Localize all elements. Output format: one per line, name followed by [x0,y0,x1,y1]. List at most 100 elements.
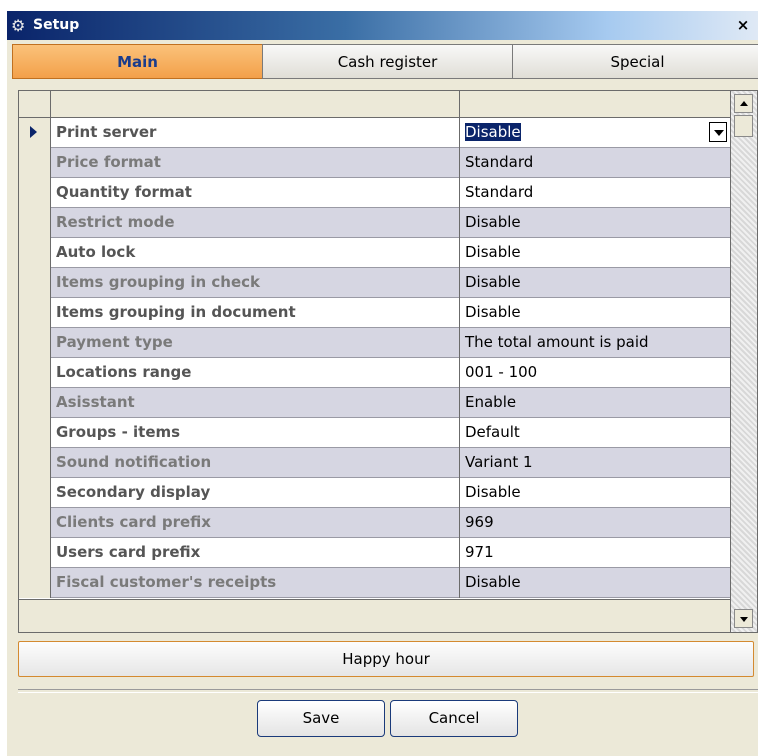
row-indicator-cell[interactable] [19,118,51,148]
table-row[interactable]: Quantity format Standard [19,178,730,208]
setting-name: Secondary display [56,483,211,501]
table-row[interactable]: Locations range 001 - 100 [19,358,730,388]
column-separator [459,208,460,238]
setting-name: Clients card prefix [56,513,211,531]
setting-name: Fiscal customer's receipts [56,573,277,591]
chevron-down-icon[interactable] [709,122,727,142]
table-row[interactable]: Groups - items Default [19,418,730,448]
setting-value-text: Disable [465,303,521,321]
setting-value-text: Standard [465,183,534,201]
grid-empty-area [19,599,730,632]
setting-value[interactable]: 001 - 100 [465,358,725,387]
column-separator [459,478,460,508]
column-separator [459,298,460,328]
setting-value-text: The total amount is paid [465,333,649,351]
setting-name: Locations range [56,363,192,381]
tab-special[interactable]: Special [512,44,758,79]
tab-main[interactable]: Main [12,44,263,79]
column-separator [459,148,460,178]
row-indicator-cell[interactable] [19,328,51,358]
column-separator [459,418,460,448]
row-indicator-cell[interactable] [19,568,51,598]
setting-value-text: Variant 1 [465,453,533,471]
setting-name: Price format [56,153,161,171]
table-row[interactable]: Fiscal customer's receipts Disable [19,568,730,598]
setting-value[interactable]: Variant 1 [465,448,725,477]
tab-cash-register[interactable]: Cash register [262,44,513,79]
row-indicator-cell[interactable] [19,298,51,328]
vertical-scrollbar[interactable] [730,91,757,632]
title-bar: ⚙ Setup × [7,11,758,40]
setting-value-text: Enable [465,393,517,411]
scroll-up-icon[interactable] [734,94,753,113]
setting-name: Groups - items [56,423,181,441]
setting-value[interactable]: Standard [465,148,725,177]
table-row[interactable]: Asisstant Enable [19,388,730,418]
setting-value-text: Disable [465,483,521,501]
table-row[interactable]: Payment type The total amount is paid [19,328,730,358]
row-indicator-cell[interactable] [19,178,51,208]
row-indicator-cell[interactable] [19,388,51,418]
gear-icon: ⚙ [11,16,26,35]
setting-value[interactable]: 971 [465,538,725,567]
setting-value-text: Disable [465,123,521,141]
column-separator [459,448,460,478]
setting-value[interactable]: Disable [465,478,725,507]
close-button[interactable]: × [735,17,751,33]
setting-value[interactable]: Standard [465,178,725,207]
setting-name: Items grouping in document [56,303,296,321]
cancel-button[interactable]: Cancel [390,700,518,737]
header-value-column [460,91,730,117]
table-row[interactable]: Clients card prefix 969 [19,508,730,538]
setting-value-text: 001 - 100 [465,363,538,381]
happy-hour-button[interactable]: Happy hour [18,641,754,677]
setting-value[interactable]: Disable [465,568,725,597]
setting-value[interactable]: Disable [465,208,725,237]
row-indicator-cell[interactable] [19,268,51,298]
setting-value[interactable]: Disable [465,268,725,297]
setup-window: ⚙ Setup × Main Cash register Special Pri… [7,11,758,756]
scroll-thumb[interactable] [734,115,753,137]
setting-name: Sound notification [56,453,212,471]
header-name-column [51,91,460,117]
table-row[interactable]: Users card prefix 971 [19,538,730,568]
setting-value[interactable]: Enable [465,388,725,417]
column-separator [459,238,460,268]
setting-value[interactable]: 969 [465,508,725,537]
table-row[interactable]: Price format Standard [19,148,730,178]
row-indicator-cell[interactable] [19,508,51,538]
setting-name: Auto lock [56,243,136,261]
column-separator [459,568,460,598]
setting-name: Payment type [56,333,173,351]
setting-value[interactable]: Disable [465,298,725,327]
row-indicator-cell[interactable] [19,148,51,178]
setting-value-text: 971 [465,543,494,561]
row-indicator-cell[interactable] [19,358,51,388]
row-indicator-cell[interactable] [19,478,51,508]
table-row[interactable]: Print server Disable [19,118,730,148]
column-separator [459,358,460,388]
setting-value-text: 969 [465,513,494,531]
table-row[interactable]: Secondary display Disable [19,478,730,508]
setting-value[interactable]: Disable [465,118,725,147]
setting-name: Print server [56,123,157,141]
row-indicator-cell[interactable] [19,538,51,568]
setting-value[interactable]: The total amount is paid [465,328,725,357]
column-separator [459,508,460,538]
setting-name: Users card prefix [56,543,201,561]
table-row[interactable]: Sound notification Variant 1 [19,448,730,478]
save-button[interactable]: Save [257,700,385,737]
table-row[interactable]: Restrict mode Disable [19,208,730,238]
setting-value-text: Disable [465,573,521,591]
table-row[interactable]: Auto lock Disable [19,238,730,268]
scroll-down-icon[interactable] [734,609,753,628]
table-row[interactable]: Items grouping in document Disable [19,298,730,328]
setting-value-text: Disable [465,273,521,291]
row-indicator-cell[interactable] [19,418,51,448]
table-row[interactable]: Items grouping in check Disable [19,268,730,298]
row-indicator-cell[interactable] [19,448,51,478]
setting-value[interactable]: Default [465,418,725,447]
row-indicator-cell[interactable] [19,208,51,238]
setting-value[interactable]: Disable [465,238,725,267]
row-indicator-cell[interactable] [19,238,51,268]
